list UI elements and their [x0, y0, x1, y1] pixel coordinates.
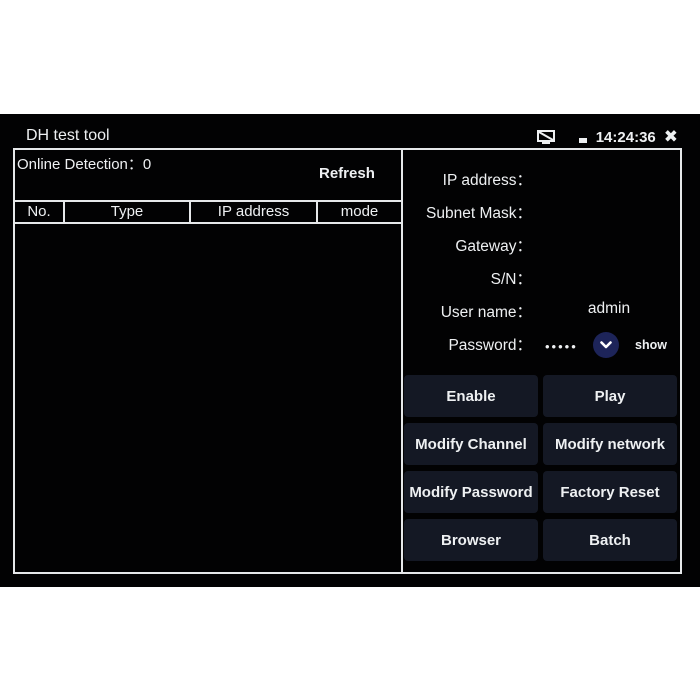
password-dropdown-button[interactable]	[593, 332, 619, 358]
close-icon[interactable]: ✖	[664, 127, 678, 147]
column-header-type[interactable]: Type	[65, 202, 191, 222]
device-screen: DH test tool 14:24:36 ✖ Online Detection…	[0, 114, 700, 587]
column-header-no[interactable]: No.	[15, 202, 65, 222]
password-label: Password：	[448, 337, 532, 354]
serial-number-field: S/N：	[403, 267, 680, 291]
password-field: Password： ••••• show	[403, 332, 680, 358]
ip-address-label: IP address：	[442, 172, 532, 189]
factory-reset-button[interactable]: Factory Reset	[543, 471, 677, 513]
enable-button[interactable]: Enable	[404, 375, 538, 417]
device-list-panel: Online Detection：0 Refresh No. Type IP a…	[13, 148, 401, 574]
refresh-button[interactable]: Refresh	[319, 165, 375, 182]
user-name-input[interactable]: admin	[559, 300, 659, 318]
browser-button[interactable]: Browser	[404, 519, 538, 561]
no-display-icon	[536, 130, 555, 144]
user-name-field: User name： admin	[403, 300, 680, 324]
user-name-label: User name：	[440, 304, 532, 321]
chevron-down-icon	[600, 341, 612, 349]
batch-button[interactable]: Batch	[543, 519, 677, 561]
device-table-body[interactable]	[15, 224, 401, 572]
gateway-field: Gateway：	[403, 234, 680, 258]
status-bar: 14:24:36 ✖	[536, 127, 678, 147]
column-header-ip-address[interactable]: IP address	[191, 202, 318, 222]
online-detection-count: 0	[142, 156, 152, 173]
device-detail-panel: IP address： Subnet Mask： Gateway： S/N： U…	[401, 148, 682, 574]
app-title: DH test tool	[26, 127, 110, 144]
serial-number-label: S/N：	[490, 271, 532, 288]
ip-address-field: IP address：	[403, 168, 680, 192]
clock: 14:24:36	[595, 128, 656, 146]
modify-password-button[interactable]: Modify Password	[404, 471, 538, 513]
modify-network-button[interactable]: Modify network	[543, 423, 677, 465]
show-password-button[interactable]: show	[635, 338, 667, 352]
action-buttons: Enable Play Modify Channel Modify networ…	[404, 375, 678, 561]
column-header-mode[interactable]: mode	[318, 202, 401, 222]
gateway-label: Gateway：	[455, 238, 532, 255]
online-detection: Online Detection：0	[17, 153, 151, 174]
subnet-mask-label: Subnet Mask：	[426, 205, 532, 222]
device-table-header: No. Type IP address mode	[15, 200, 401, 224]
password-input[interactable]: •••••	[545, 339, 578, 354]
subnet-mask-field: Subnet Mask：	[403, 201, 680, 225]
online-detection-label: Online Detection：	[17, 156, 143, 173]
modify-channel-button[interactable]: Modify Channel	[404, 423, 538, 465]
play-button[interactable]: Play	[543, 375, 677, 417]
battery-icon	[578, 137, 587, 143]
